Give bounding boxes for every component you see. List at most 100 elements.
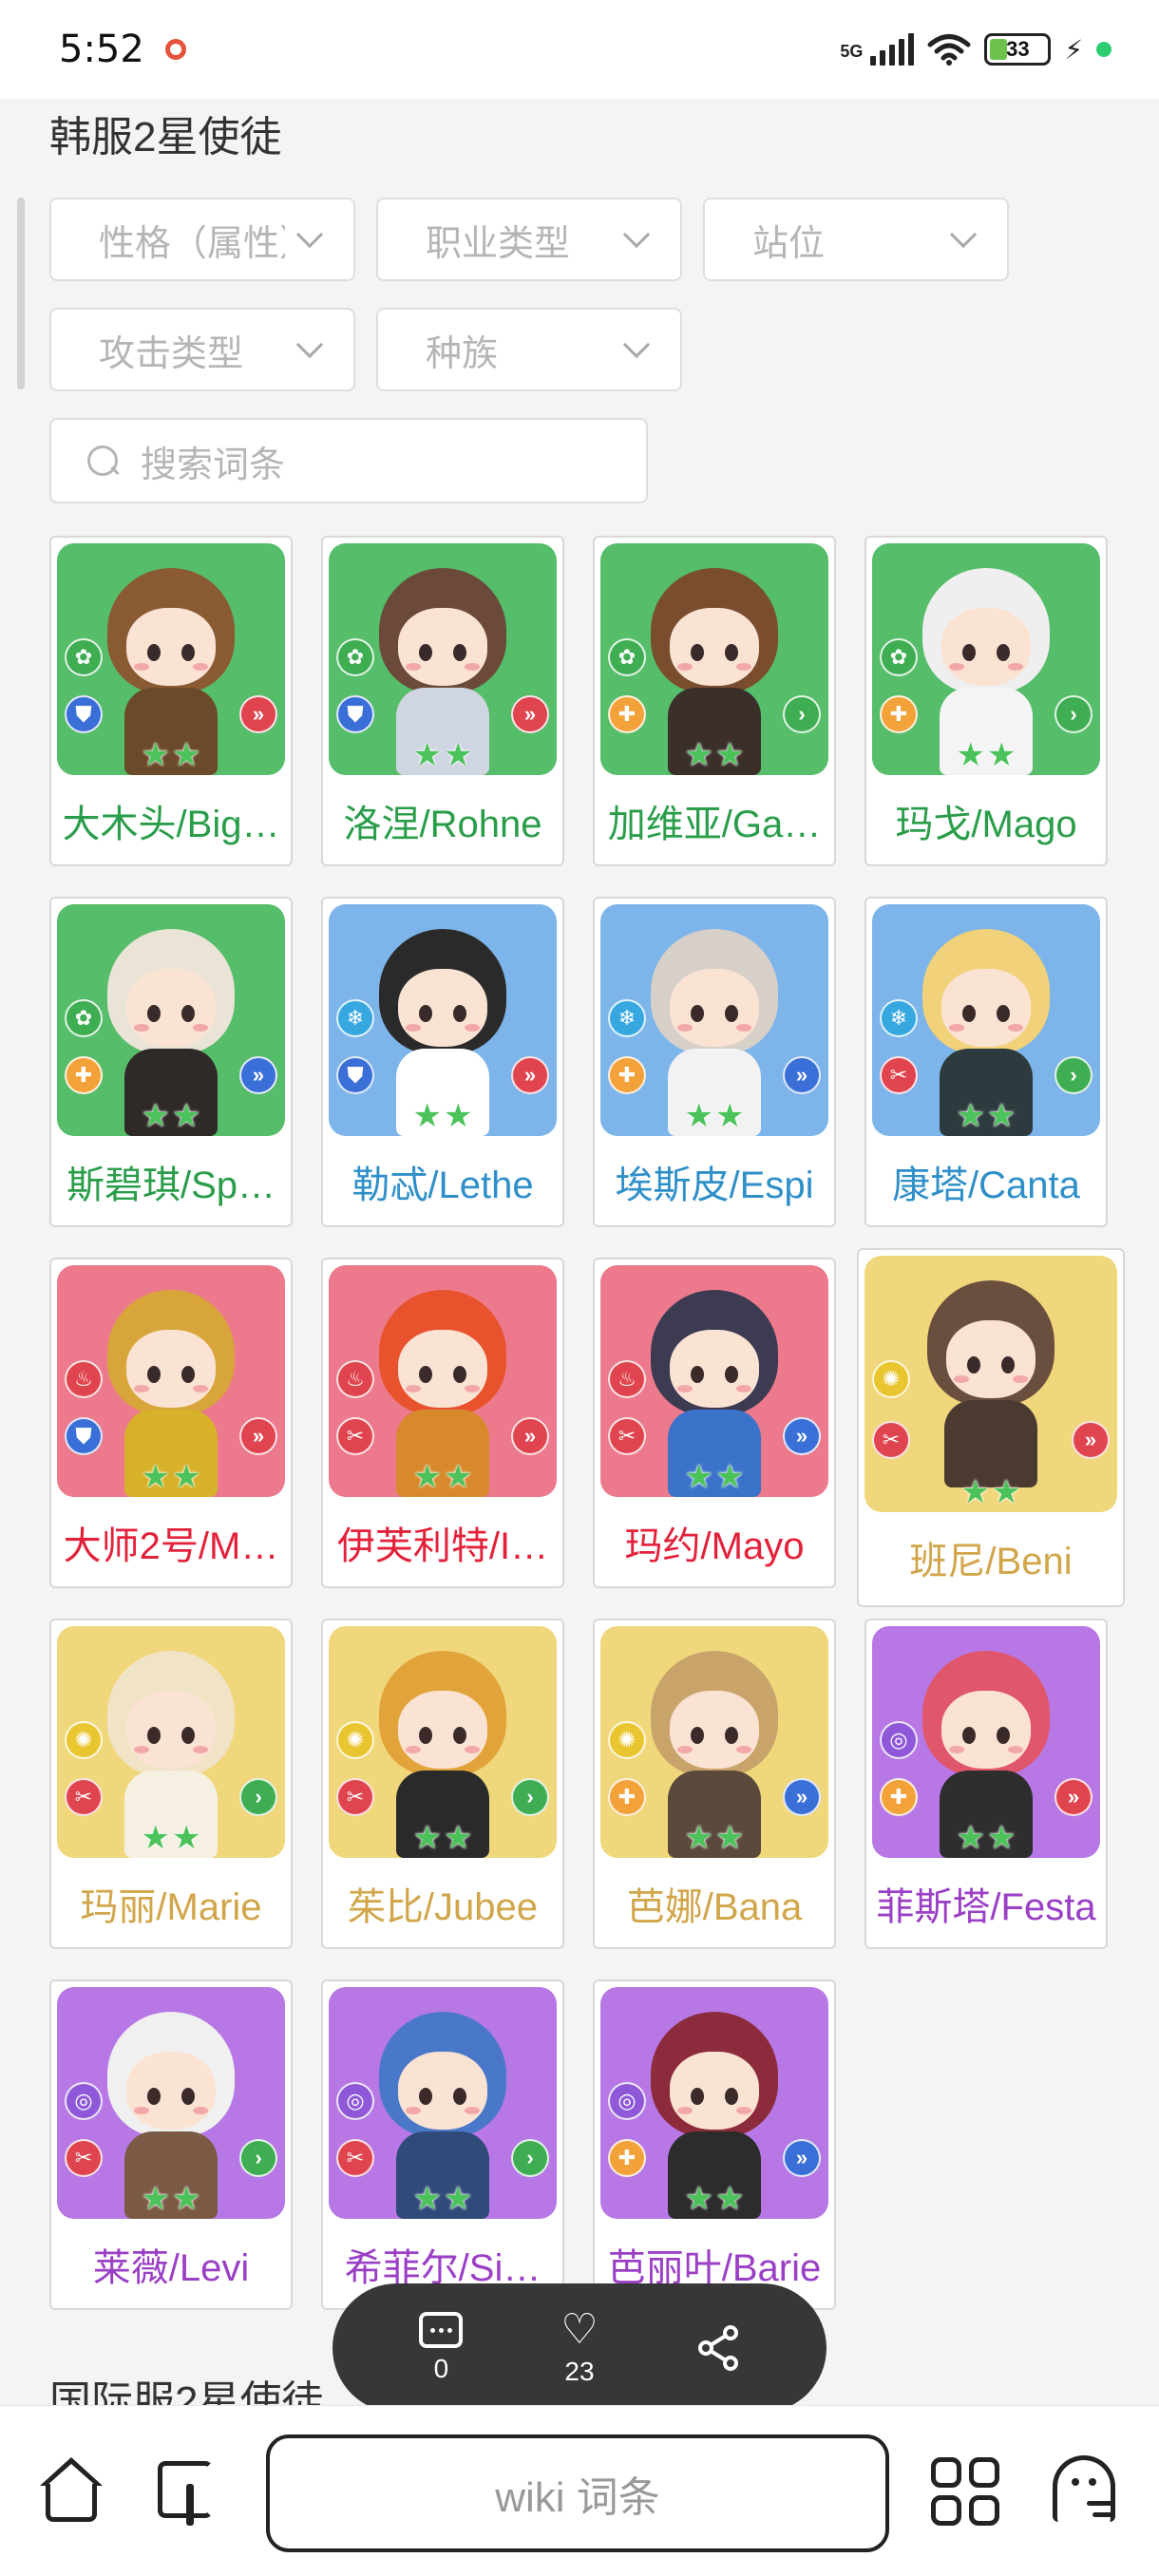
character-card[interactable]: ◎ ✂ › ★ ★ 莱薇/Levi [49,1979,293,2310]
middle-position-icon: › [239,2139,277,2177]
main-content[interactable]: 韩服2星使徒 性格（属性） 职业类型 站位 攻击类型 种族 [0,99,1159,2405]
comment-button[interactable]: 0 [419,2312,464,2384]
sword-class-icon: ✂ [65,2139,103,2177]
fire-element-icon: ♨ [65,1360,103,1398]
character-card[interactable]: ✺ ✂ › ★ ★ 玛丽/Marie [49,1619,293,1949]
character-name[interactable]: 大师2号/M… [51,1499,291,1586]
star-icon: ★ [444,2181,473,2217]
character-card[interactable]: ❄ ⛊ » ★ ★ 勒忒/Lethe [321,897,564,1227]
character-name[interactable]: 康塔/Canta [866,1138,1106,1225]
star-rating: ★ ★ [413,1822,473,1854]
character-card[interactable]: ✺ ✚ » ★ ★ 芭娜/Bana [593,1619,836,1949]
water-element-icon: ❄ [336,999,374,1037]
character-name[interactable]: 勒忒/Lethe [323,1138,562,1225]
character-portrait: ♨ ⛊ » ★ ★ [57,1265,285,1497]
star-rating: ★ ★ [142,1100,201,1132]
character-card[interactable]: ✿ ✚ › ★ ★ 玛戈/Mago [864,536,1108,866]
character-name[interactable]: 大木头/Big… [51,777,291,864]
star-icon: ★ [172,2181,201,2217]
position-dropdown[interactable]: 站位 [703,198,1009,281]
chevron-down-icon [622,220,651,249]
star-icon: ★ [444,1098,473,1134]
share-button[interactable] [696,2324,740,2372]
character-card[interactable]: ✿ ⛊ » ★ ★ 大木头/Big… [49,536,293,866]
dark-element-icon: ◎ [608,2082,646,2120]
character-name[interactable]: 芭娜/Bana [595,1860,834,1947]
cross-class-icon: ✚ [880,1778,918,1816]
ghost-icon[interactable] [1053,2455,1119,2526]
star-icon: ★ [684,2181,713,2217]
sword-class-icon: ✂ [65,1778,103,1816]
fire-element-icon: ♨ [336,1360,374,1398]
character-grid: ✿ ⛊» ★ ★ 大木头/Big… ✿ ⛊» ★ ★ 洛涅/Rohne ✿ ✚ › ★ ★ 加维亚/Ga… ✿ ✚… [49,536,1125,2405]
front-position-icon: » [1072,1421,1110,1459]
recording-indicator-icon [164,39,186,60]
home-icon[interactable] [38,2457,104,2524]
front-position-icon: » [239,1417,277,1455]
character-name[interactable]: 莱薇/Levi [51,2221,291,2308]
cross-class-icon: ✚ [65,1056,103,1094]
fire-element-icon: ♨ [608,1360,646,1398]
scrollbar[interactable] [17,198,25,389]
star-icon: ★ [956,1098,985,1134]
star-rating: ★ ★ [142,1461,201,1493]
edit-icon[interactable] [158,2461,220,2526]
filter-row: 攻击类型 种族 [49,308,1094,391]
like-count: 23 [564,2357,595,2386]
character-card[interactable]: ◎ ✚» ★ ★ 芭丽叶/Barie [593,1979,836,2310]
character-name[interactable]: 茱比/Jubee [323,1860,562,1947]
character-card[interactable]: ◎ ✂ › ★ ★ 希菲尔/Si… [321,1979,564,2310]
character-card[interactable]: ♨ ⛊ » ★ ★ 大师2号/M… [49,1258,293,1588]
wiki-search-button[interactable]: wiki 词条 [266,2434,889,2552]
charging-icon: ⚡ [1064,34,1083,65]
star-rating: ★ ★ [685,1461,745,1493]
comment-icon [419,2312,464,2348]
character-portrait: ◎ ✚ » ★ ★ [600,1987,828,2219]
attack-type-dropdown[interactable]: 攻击类型 [49,308,355,391]
character-name[interactable]: 斯碧琪/Sp… [51,1138,291,1225]
character-name[interactable]: 玛戈/Mago [866,777,1106,864]
character-name[interactable]: 玛约/Mayo [595,1499,834,1586]
character-card[interactable]: ✿ ✚ › ★ ★ 加维亚/Ga… [593,536,836,866]
character-name[interactable]: 埃斯皮/Espi [595,1138,834,1225]
battery-fill [990,39,1008,60]
comment-count: 0 [433,2354,449,2383]
nature-element-icon: ✿ [65,638,103,676]
character-card[interactable]: ✿ ✚ » ★ ★ 斯碧琪/Sp… [49,897,293,1227]
race-dropdown[interactable]: 种族 [376,308,682,391]
character-card[interactable]: ♨ ✂ » ★ ★ 玛约/Mayo [593,1258,836,1588]
character-portrait: ◎ ✂ › ★ ★ [329,1987,557,2219]
star-icon: ★ [956,1820,985,1856]
character-name[interactable]: 菲斯塔/Festa [866,1860,1106,1947]
personality-dropdown-label: 性格（属性） [99,223,285,264]
character-name[interactable]: 加维亚/Ga… [595,777,834,864]
search-input[interactable]: 搜索词条 [49,418,648,503]
personality-dropdown[interactable]: 性格（属性） [49,198,355,281]
shield-class-icon: ⛊ [65,1417,103,1455]
character-card[interactable]: ❄ ✚ » ★ ★ 埃斯皮/Espi [593,897,836,1227]
nature-element-icon: ✿ [336,638,374,676]
character-card[interactable]: ✿ ⛊ » ★ ★ 洛涅/Rohne [321,536,564,866]
character-card[interactable]: ✺ ✂ » ★ ★ 班尼/Beni [857,1248,1125,1607]
star-icon: ★ [172,1098,201,1134]
back-position-icon: » [783,1417,821,1455]
star-rating: ★ ★ [957,1100,1016,1132]
character-card[interactable]: ◎ ✚ » ★ ★ 菲斯塔/Festa [864,1619,1108,1949]
character-name[interactable]: 班尼/Beni [859,1510,1123,1605]
star-icon: ★ [412,1459,442,1495]
star-icon: ★ [172,1820,201,1856]
character-portrait: ❄ ✂ › ★ ★ [872,904,1100,1136]
profession-dropdown[interactable]: 职业类型 [376,198,682,281]
character-name[interactable]: 玛丽/Marie [51,1860,291,1947]
character-name[interactable]: 洛涅/Rohne [323,777,562,864]
character-card[interactable]: ♨ ✂ » ★ ★ 伊芙利特/I… [321,1258,564,1588]
character-name[interactable]: 伊芙利特/I… [323,1499,562,1586]
character-card[interactable]: ✺ ✂ › ★ ★ 茱比/Jubee [321,1619,564,1949]
star-rating: ★ ★ [961,1476,1021,1508]
chevron-down-icon [295,220,324,249]
heart-icon: ♡ [560,2306,598,2353]
like-button[interactable]: ♡ 23 [560,2309,598,2387]
apps-grid-icon[interactable] [931,2457,999,2526]
character-portrait: ✺ ✚ » ★ ★ [600,1626,828,1858]
character-card[interactable]: ❄ ✂ › ★ ★ 康塔/Canta [864,897,1108,1227]
